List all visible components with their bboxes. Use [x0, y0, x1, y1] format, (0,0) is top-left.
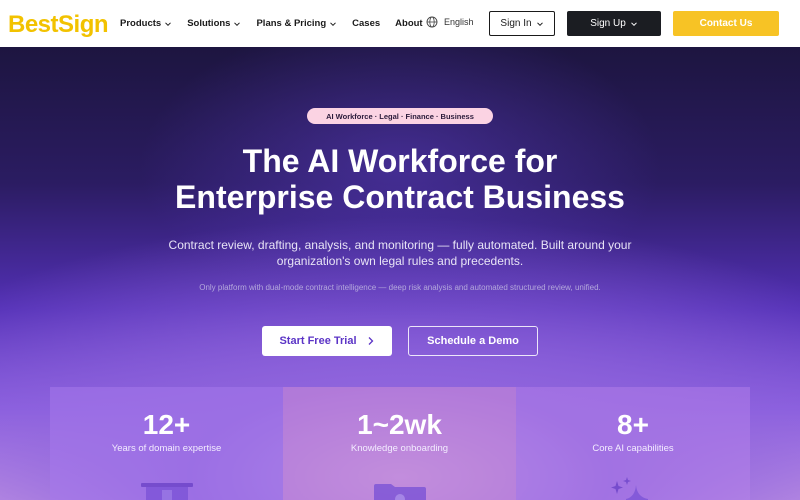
building-icon [140, 483, 193, 500]
chevron-down-icon [165, 21, 172, 26]
chevron-down-icon [536, 21, 543, 26]
contact-us-button[interactable]: Contact Us [673, 11, 779, 36]
sign-up-button[interactable]: Sign Up [567, 11, 661, 36]
stat-label: Years of domain expertise [111, 443, 222, 454]
stat-value: 8+ [617, 409, 649, 440]
globe-icon [426, 16, 438, 28]
chevron-down-icon [330, 21, 337, 26]
menu-item-about[interactable]: About [395, 18, 422, 29]
stat-label: Knowledge onboarding [350, 443, 449, 454]
schedule-demo-button[interactable]: Schedule a Demo [408, 326, 538, 356]
menu-item-solutions[interactable]: Solutions [187, 18, 241, 29]
menu-item-cases[interactable]: Cases [352, 18, 380, 29]
language-label: English [444, 17, 474, 27]
top-navbar: BestSign Products Solutions Plans & Pric… [0, 0, 800, 47]
stat-value: 12+ [142, 409, 191, 440]
hero-title: The AI Workforce for Enterprise Contract… [175, 143, 625, 215]
stat-card-onboarding: 1~2wk Knowledge onboarding [283, 387, 516, 500]
sign-in-button[interactable]: Sign In [489, 11, 555, 36]
language-selector[interactable]: English [426, 16, 474, 28]
folder-icon [373, 484, 426, 500]
hero-section: AI Workforce · Legal · Finance · Busines… [0, 47, 800, 500]
chevron-down-icon [234, 21, 241, 26]
stat-card-capabilities: 8+ Core AI capabilities [516, 387, 750, 500]
menu-item-products[interactable]: Products [120, 18, 172, 29]
stat-card-experience: 12+ Years of domain expertise [50, 387, 283, 500]
stat-value: 1~2wk [357, 409, 442, 440]
start-free-trial-button[interactable]: Start Free Trial [262, 326, 392, 356]
stat-label: Core AI capabilities [592, 443, 674, 454]
bestsign-logo[interactable]: BestSign [8, 11, 109, 39]
hero-subtitle: Contract review, drafting, analysis, and… [168, 238, 632, 268]
category-badge: AI Workforce · Legal · Finance · Busines… [307, 108, 493, 124]
menu-item-plans-pricing[interactable]: Plans & Pricing [256, 18, 337, 29]
chevron-down-icon [630, 21, 637, 26]
main-menu: Products Solutions Plans & Pricing Cases… [120, 0, 438, 47]
sparkle-icon [611, 477, 648, 500]
chevron-right-icon [368, 337, 373, 345]
hero-note: Only platform with dual-mode contract in… [199, 283, 601, 292]
